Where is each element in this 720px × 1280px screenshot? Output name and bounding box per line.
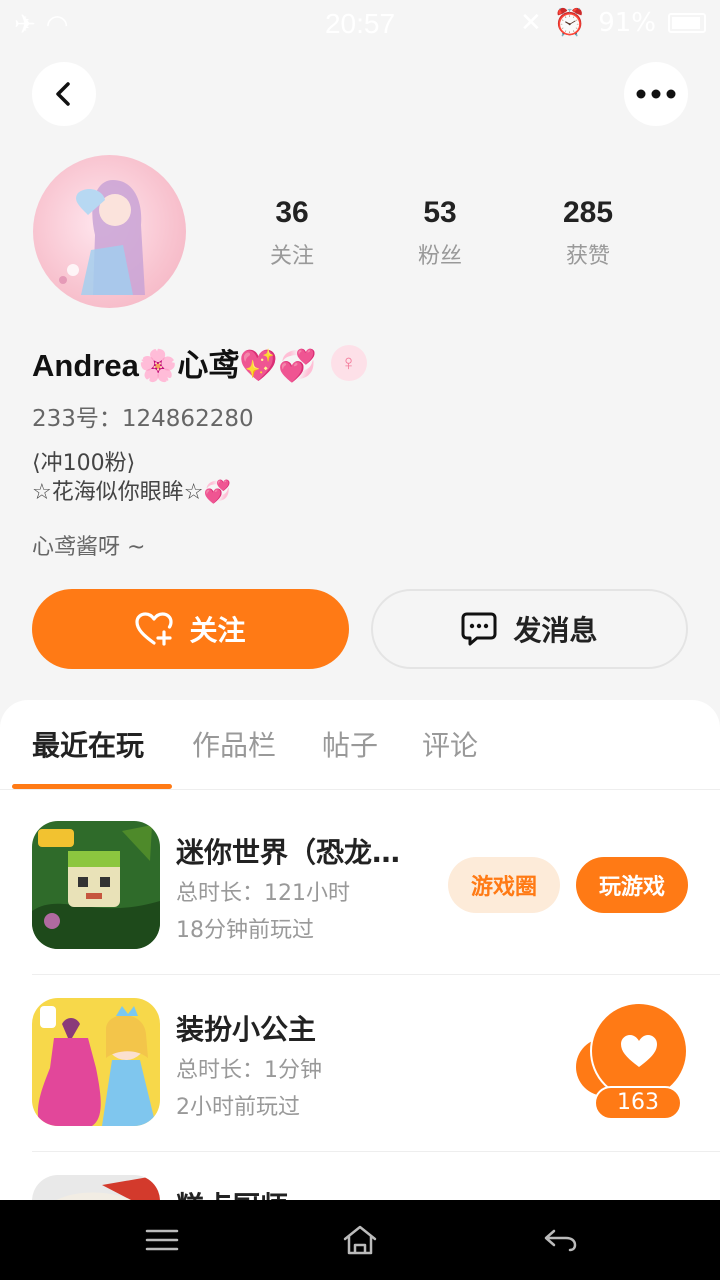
follow-label: 关注 — [189, 614, 246, 647]
nav-back-button[interactable] — [540, 1220, 580, 1260]
menu-icon — [145, 1229, 179, 1251]
nav-menu-button[interactable] — [142, 1220, 182, 1260]
fans-count: 53 — [423, 196, 457, 229]
send-message-button[interactable]: 发消息 — [371, 589, 688, 669]
avatar[interactable] — [33, 155, 186, 308]
game-icon-mini-world — [32, 821, 160, 949]
more-options-button[interactable] — [624, 62, 688, 126]
content-panel: 最近在玩 作品栏 帖子 评论 迷你世界（恐龙危机） 总时长：121小时 18分钟… — [0, 700, 720, 1200]
game-item[interactable]: 迷你世界（恐龙危机） 总时长：121小时 18分钟前玩过 游戏圈 玩游戏 — [0, 799, 720, 975]
tab-comments[interactable]: 评论 — [422, 724, 478, 764]
battery-percent: 91% — [598, 8, 656, 38]
mute-icon: ✕ — [520, 8, 542, 38]
alarm-icon: ⏰ — [553, 8, 587, 38]
heart-plus-icon — [135, 612, 174, 646]
signature: 心鸢酱呀 ~ — [32, 535, 146, 560]
back-button[interactable] — [32, 62, 96, 126]
game-last-played: 2小时前玩过 — [176, 1095, 300, 1120]
game-name: 装扮小公主 — [176, 1013, 317, 1046]
game-duration: 总时长：1分钟 — [176, 1058, 322, 1083]
floating-like-button[interactable]: 163 — [576, 1002, 690, 1120]
bio-line-1: ⟨冲100粉⟩ — [32, 451, 136, 476]
row-divider — [32, 1151, 720, 1152]
home-icon — [343, 1225, 377, 1255]
username: Andrea🌸心鸢💖💞 ♀ — [32, 340, 367, 385]
likes-label: 获赞 — [565, 244, 610, 269]
message-label: 发消息 — [513, 614, 598, 647]
heart-icon — [621, 1035, 657, 1067]
game-last-played: 18分钟前玩过 — [176, 918, 314, 943]
fans-label: 粉丝 — [417, 244, 462, 269]
following-count: 36 — [275, 196, 309, 229]
chat-bubble-icon — [461, 612, 497, 646]
like-count: 163 — [594, 1086, 682, 1120]
likes-count: 285 — [562, 196, 614, 229]
tab-works[interactable]: 作品栏 — [192, 724, 276, 764]
battery-icon — [668, 13, 706, 33]
game-duration: 总时长：121小时 — [176, 881, 350, 906]
stat-likes[interactable]: 285 获赞 — [528, 196, 648, 270]
username-text: Andrea🌸心鸢💖💞 — [32, 348, 317, 383]
bio-line-2: ☆花海似你眼眸☆💞 — [32, 480, 231, 505]
game-circle-button[interactable]: 游戏圈 — [448, 857, 560, 913]
status-right-icons: ✕ ⏰ 91% — [520, 8, 706, 38]
game-item[interactable]: 糕点厨师 — [0, 1153, 720, 1200]
more-dots-icon — [636, 89, 676, 99]
play-game-button[interactable]: 玩游戏 — [576, 857, 688, 913]
user-id: 233号：124862280 — [32, 406, 254, 432]
row-divider — [32, 974, 720, 975]
follow-button[interactable]: 关注 — [32, 589, 349, 669]
nav-home-button[interactable] — [340, 1220, 380, 1260]
tab-bar: 最近在玩 作品栏 帖子 评论 — [0, 700, 720, 790]
tab-recently-played[interactable]: 最近在玩 — [32, 724, 144, 764]
game-icon-dress-up-princess — [32, 998, 160, 1126]
game-name: 迷你世界（恐龙危机） — [176, 836, 426, 869]
avatar-illustration — [59, 180, 145, 295]
game-icon-pastry-chef — [32, 1175, 160, 1200]
stat-following[interactable]: 36 关注 — [232, 196, 352, 270]
game-name: 糕点厨师 — [176, 1185, 426, 1200]
system-nav-bar — [0, 1200, 720, 1280]
stat-fans[interactable]: 53 粉丝 — [380, 196, 500, 270]
tab-posts[interactable]: 帖子 — [322, 724, 378, 764]
female-gender-icon: ♀ — [330, 344, 367, 381]
chevron-left-icon — [56, 82, 70, 106]
status-bar: ✈◠ 20:57 ✕ ⏰ 91% — [0, 0, 720, 52]
tab-active-indicator — [12, 784, 172, 789]
following-label: 关注 — [269, 244, 314, 269]
back-arrow-icon — [544, 1229, 577, 1252]
